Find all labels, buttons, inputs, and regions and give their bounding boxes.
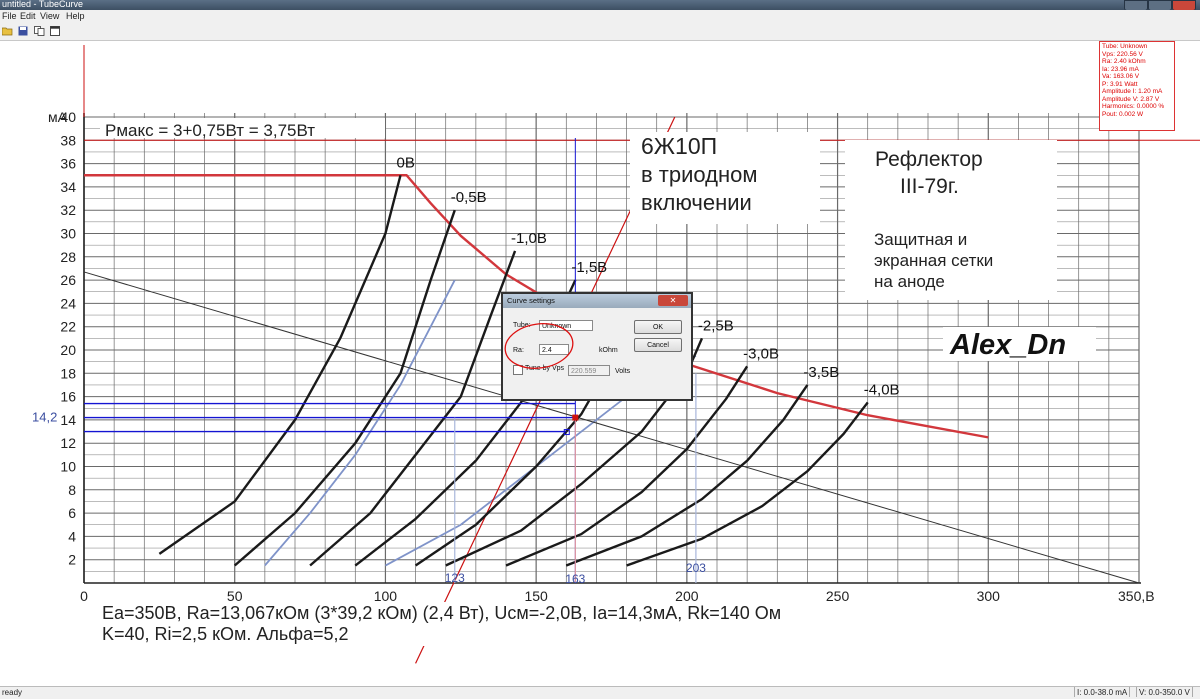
title-bar: untitled - TubeCurve bbox=[0, 0, 1200, 11]
pmax-title: Рмакс = 3+0,75Вт = 3,75Вт bbox=[105, 121, 315, 140]
y-tick-label: 2 bbox=[68, 552, 76, 568]
marker-x-label: 203 bbox=[686, 561, 706, 575]
tube-title-line: в триодном bbox=[641, 162, 758, 187]
x-tick-label: 250 bbox=[826, 588, 850, 604]
y-tick-label: 24 bbox=[60, 295, 76, 311]
operating-point-marker bbox=[572, 414, 579, 421]
curve-label: -3,5В bbox=[803, 364, 839, 381]
x-tick-label: 50 bbox=[227, 588, 243, 604]
y-tick-label: 30 bbox=[60, 226, 76, 242]
tune-checkbox[interactable] bbox=[513, 365, 523, 375]
copy-icon[interactable] bbox=[34, 25, 45, 36]
status-ready: ready bbox=[2, 688, 23, 697]
x-tick-label: 200 bbox=[675, 588, 699, 604]
x-tick-label: 150 bbox=[524, 588, 548, 604]
y-tick-label: 34 bbox=[60, 179, 76, 195]
menu-view[interactable]: View bbox=[40, 11, 59, 21]
info-line: Amplitude V: 2.87 V bbox=[1102, 95, 1160, 103]
curve-label: -4,0В bbox=[864, 381, 900, 398]
info-panel: Tube: Unknown Vps: 220.56 V Ra: 2.40 kOh… bbox=[1099, 41, 1175, 131]
tube-title-line: включении bbox=[641, 190, 752, 215]
tube-title-line: 6Ж10П bbox=[641, 133, 717, 159]
y-tick-label: 32 bbox=[60, 202, 76, 218]
note-line: Защитная и bbox=[874, 230, 967, 249]
x-tick-label: 100 bbox=[374, 588, 398, 604]
curve-label: -1,0В bbox=[511, 230, 547, 247]
y-tick-label: 4 bbox=[68, 528, 76, 544]
y-tick-label: 26 bbox=[60, 272, 76, 288]
y-tick-label: 14 bbox=[60, 412, 76, 428]
x-axis-label: 350,В bbox=[1118, 588, 1155, 604]
y-tick-label: 28 bbox=[60, 249, 76, 265]
author-label: Alex_Dn bbox=[949, 329, 1066, 361]
menu-help[interactable]: Help bbox=[66, 11, 85, 21]
curve-label: -2,5В bbox=[698, 317, 734, 334]
menu-edit[interactable]: Edit bbox=[20, 11, 36, 21]
window-icon[interactable] bbox=[49, 25, 60, 36]
info-line: Harmonics: 0.0000 % bbox=[1102, 103, 1165, 110]
menu-bar: File Edit View Help bbox=[0, 10, 1200, 23]
status-voltage-range: V: 0.0-350.0 V bbox=[1136, 687, 1193, 697]
y-tick-label: 12 bbox=[60, 435, 76, 451]
y-tick-label: 38 bbox=[60, 132, 76, 148]
info-line: Va: 163.06 V bbox=[1102, 73, 1140, 80]
y-tick-label: 36 bbox=[60, 156, 76, 172]
toolbar bbox=[0, 23, 1200, 41]
ok-button[interactable]: OK bbox=[634, 320, 682, 334]
curve-settings-dialog: Curve settings ✕ Tube: Unknown Ra: 2.4 k… bbox=[501, 292, 693, 401]
curve-label: -3,0В bbox=[743, 345, 779, 362]
caption-line: Ea=350В, Ra=13,067кОм (3*39,2 кОм) (2,4 … bbox=[102, 603, 781, 623]
marker-y-label: 14,2 bbox=[32, 410, 57, 425]
ra-unit: kOhm bbox=[599, 347, 618, 354]
reflector-title-line: Рефлектор bbox=[875, 148, 983, 171]
window-title: untitled - TubeCurve bbox=[2, 0, 84, 9]
info-line: Ra: 2.40 kOhm bbox=[1102, 58, 1146, 65]
menu-file[interactable]: File bbox=[2, 11, 17, 21]
tune-label: Tune by Vps bbox=[525, 365, 565, 372]
ra-label: Ra: bbox=[513, 347, 524, 354]
info-line: Amplitude I: 1.20 mA bbox=[1102, 88, 1163, 95]
note-line: экранная сетки bbox=[874, 251, 993, 270]
tune-unit: Volts bbox=[615, 368, 631, 375]
status-bar: ready I: 0.0-38.0 mA V: 0.0-350.0 V bbox=[0, 686, 1200, 699]
reflector-title-line: III-79г. bbox=[900, 175, 959, 198]
y-tick-label: 16 bbox=[60, 389, 76, 405]
tune-field[interactable]: 220.559 bbox=[568, 365, 610, 376]
dialog-close-button[interactable]: ✕ bbox=[658, 295, 688, 306]
curve-label: 0В bbox=[397, 154, 415, 171]
open-icon[interactable] bbox=[2, 25, 13, 36]
caption-line: K=40, Ri=2,5 кОм. Альфа=5,2 bbox=[102, 624, 349, 644]
y-tick-label: 8 bbox=[68, 482, 76, 498]
info-line: P: 3.91 Watt bbox=[1102, 80, 1138, 88]
x-tick-label: 0 bbox=[80, 588, 88, 604]
y-tick-label: 6 bbox=[68, 505, 76, 521]
ra-field[interactable]: 2.4 bbox=[539, 344, 569, 355]
cancel-button[interactable]: Cancel bbox=[634, 338, 682, 352]
tube-field[interactable]: Unknown bbox=[539, 320, 593, 331]
y-tick-label: 22 bbox=[60, 319, 76, 335]
curve-label: -1,5В bbox=[571, 259, 607, 276]
marker-x-label: 163 bbox=[565, 572, 585, 586]
save-icon[interactable] bbox=[17, 25, 28, 36]
marker-x-label: 123 bbox=[445, 571, 465, 585]
y-axis-label: мА bbox=[48, 109, 68, 125]
info-line: Vps: 220.56 V bbox=[1102, 50, 1143, 58]
info-line: Tube: Unknown bbox=[1102, 43, 1148, 50]
y-tick-label: 20 bbox=[60, 342, 76, 358]
tube-label: Tube: bbox=[513, 322, 531, 329]
info-line: Ia: 23.96 mA bbox=[1102, 65, 1139, 73]
y-tick-label: 18 bbox=[60, 365, 76, 381]
status-current-range: I: 0.0-38.0 mA bbox=[1074, 687, 1131, 697]
info-line: Pout: 0.002 W bbox=[1102, 110, 1144, 118]
x-tick-label: 300 bbox=[977, 588, 1001, 604]
y-tick-label: 10 bbox=[60, 459, 76, 475]
curve-label: -0,5В bbox=[451, 189, 487, 206]
note-line: на аноде bbox=[874, 272, 945, 291]
